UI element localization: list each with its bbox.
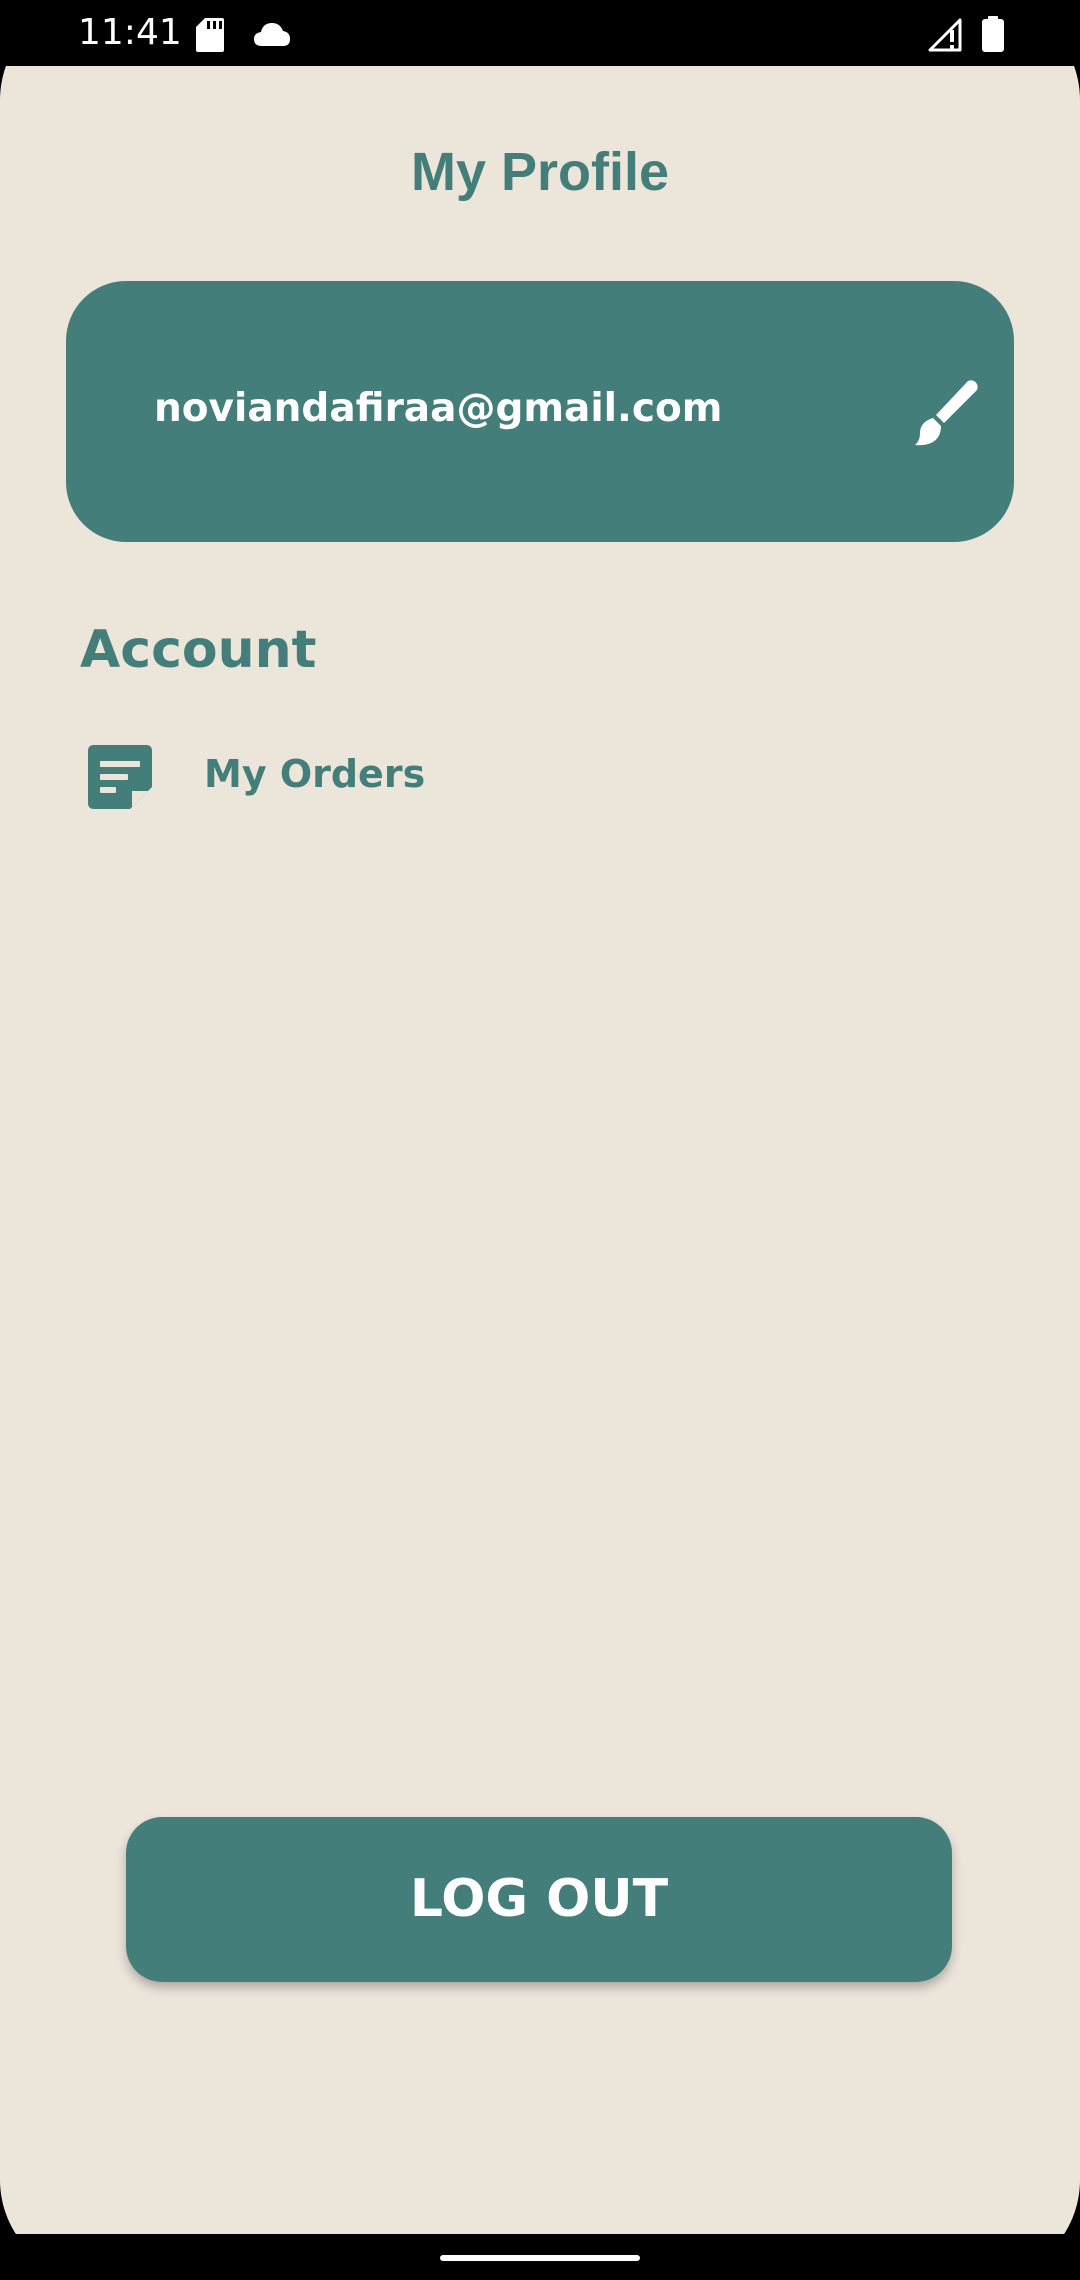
paintbrush-icon [915, 380, 978, 446]
home-indicator[interactable] [440, 2255, 640, 2261]
menu-item-my-orders[interactable]: My Orders [80, 736, 580, 816]
phone-frame: 11:41 My Profile noviandafiraa@gmail.com [0, 0, 1080, 2280]
status-bar: 11:41 [0, 0, 1080, 66]
edit-profile-button[interactable] [900, 371, 990, 461]
sd-card-icon [196, 18, 224, 52]
profile-screen: My Profile noviandafiraa@gmail.com Accou… [0, 66, 1080, 2234]
signal-alert-icon [928, 18, 962, 52]
cloud-icon [254, 23, 290, 46]
status-time: 11:41 [78, 12, 182, 53]
orders-note-icon [88, 745, 152, 809]
navigation-bar [0, 2234, 1080, 2280]
profile-email: noviandafiraa@gmail.com [154, 386, 723, 431]
page-title: My Profile [410, 142, 670, 202]
profile-card: noviandafiraa@gmail.com [66, 281, 1014, 542]
battery-icon [982, 16, 1004, 52]
menu-item-label: My Orders [204, 752, 426, 796]
account-heading: Account [80, 620, 317, 680]
logout-button[interactable]: LOG OUT [126, 1817, 952, 1982]
